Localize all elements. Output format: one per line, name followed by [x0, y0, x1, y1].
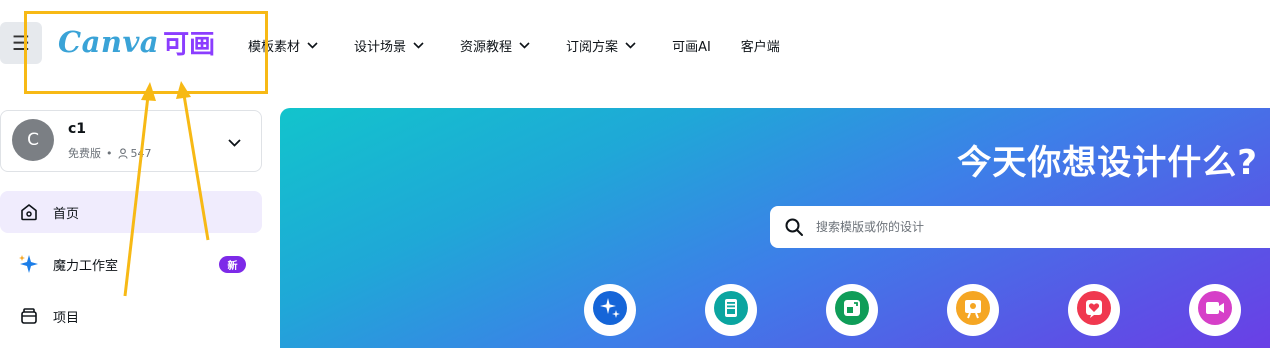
- nav-label: 可画AI: [672, 39, 711, 55]
- person-icon: [117, 147, 128, 159]
- category-social-button[interactable]: [1068, 284, 1120, 336]
- chevron-down-icon[interactable]: [228, 132, 241, 151]
- resize-icon: [835, 291, 869, 329]
- presentation-icon: [956, 291, 990, 329]
- new-badge: 新: [219, 256, 246, 273]
- hero-title: 今天你想设计什么?: [957, 143, 1258, 183]
- category-presentation-button[interactable]: [947, 284, 999, 336]
- annotation-highlight-box: [24, 11, 268, 94]
- sidebar-item-home[interactable]: 首页: [0, 191, 262, 233]
- category-ai-button[interactable]: [584, 284, 636, 336]
- chevron-down-icon: [413, 41, 424, 49]
- sidebar-item-label: 项目: [53, 310, 80, 326]
- account-meta: 免费版 • 547: [68, 145, 152, 161]
- nav-ai[interactable]: 可画AI: [672, 36, 711, 55]
- nav-resources[interactable]: 资源教程: [460, 36, 530, 55]
- chevron-down-icon: [625, 41, 636, 49]
- category-document-button[interactable]: [705, 284, 757, 336]
- nav-client[interactable]: 客户端: [741, 36, 780, 55]
- member-count: 547: [130, 146, 152, 160]
- chevron-down-icon: [519, 41, 530, 49]
- category-video-button[interactable]: [1189, 284, 1241, 336]
- sparkle-icon: [593, 291, 627, 329]
- sidebar-item-label: 魔力工作室: [53, 258, 119, 274]
- search-bar[interactable]: [770, 206, 1270, 248]
- sidebar-item-projects[interactable]: 项目: [0, 295, 262, 337]
- top-nav: 模板素材 设计场景 资源教程 订阅方案 可画AI 客户端: [248, 34, 816, 56]
- account-name: c1: [68, 121, 87, 137]
- folder-icon: [17, 304, 41, 328]
- chevron-down-icon: [307, 41, 318, 49]
- heart-icon: [1077, 291, 1111, 329]
- search-input[interactable]: [814, 219, 1238, 235]
- account-plan: 免费版: [68, 147, 101, 160]
- sidebar-item-label: 首页: [53, 206, 80, 222]
- nav-label: 设计场景: [354, 39, 407, 55]
- nav-label: 资源教程: [460, 39, 513, 55]
- search-icon: [784, 217, 804, 237]
- document-icon: [714, 291, 748, 329]
- home-icon: [17, 200, 41, 224]
- nav-label: 客户端: [740, 39, 780, 55]
- sparkle-icon: [17, 252, 41, 276]
- nav-pricing[interactable]: 订阅方案: [566, 36, 636, 55]
- nav-label: 订阅方案: [566, 39, 619, 55]
- category-resize-button[interactable]: [826, 284, 878, 336]
- avatar[interactable]: C: [12, 119, 54, 161]
- video-icon: [1198, 291, 1232, 329]
- nav-scenes[interactable]: 设计场景: [354, 36, 424, 55]
- separator: •: [106, 146, 113, 160]
